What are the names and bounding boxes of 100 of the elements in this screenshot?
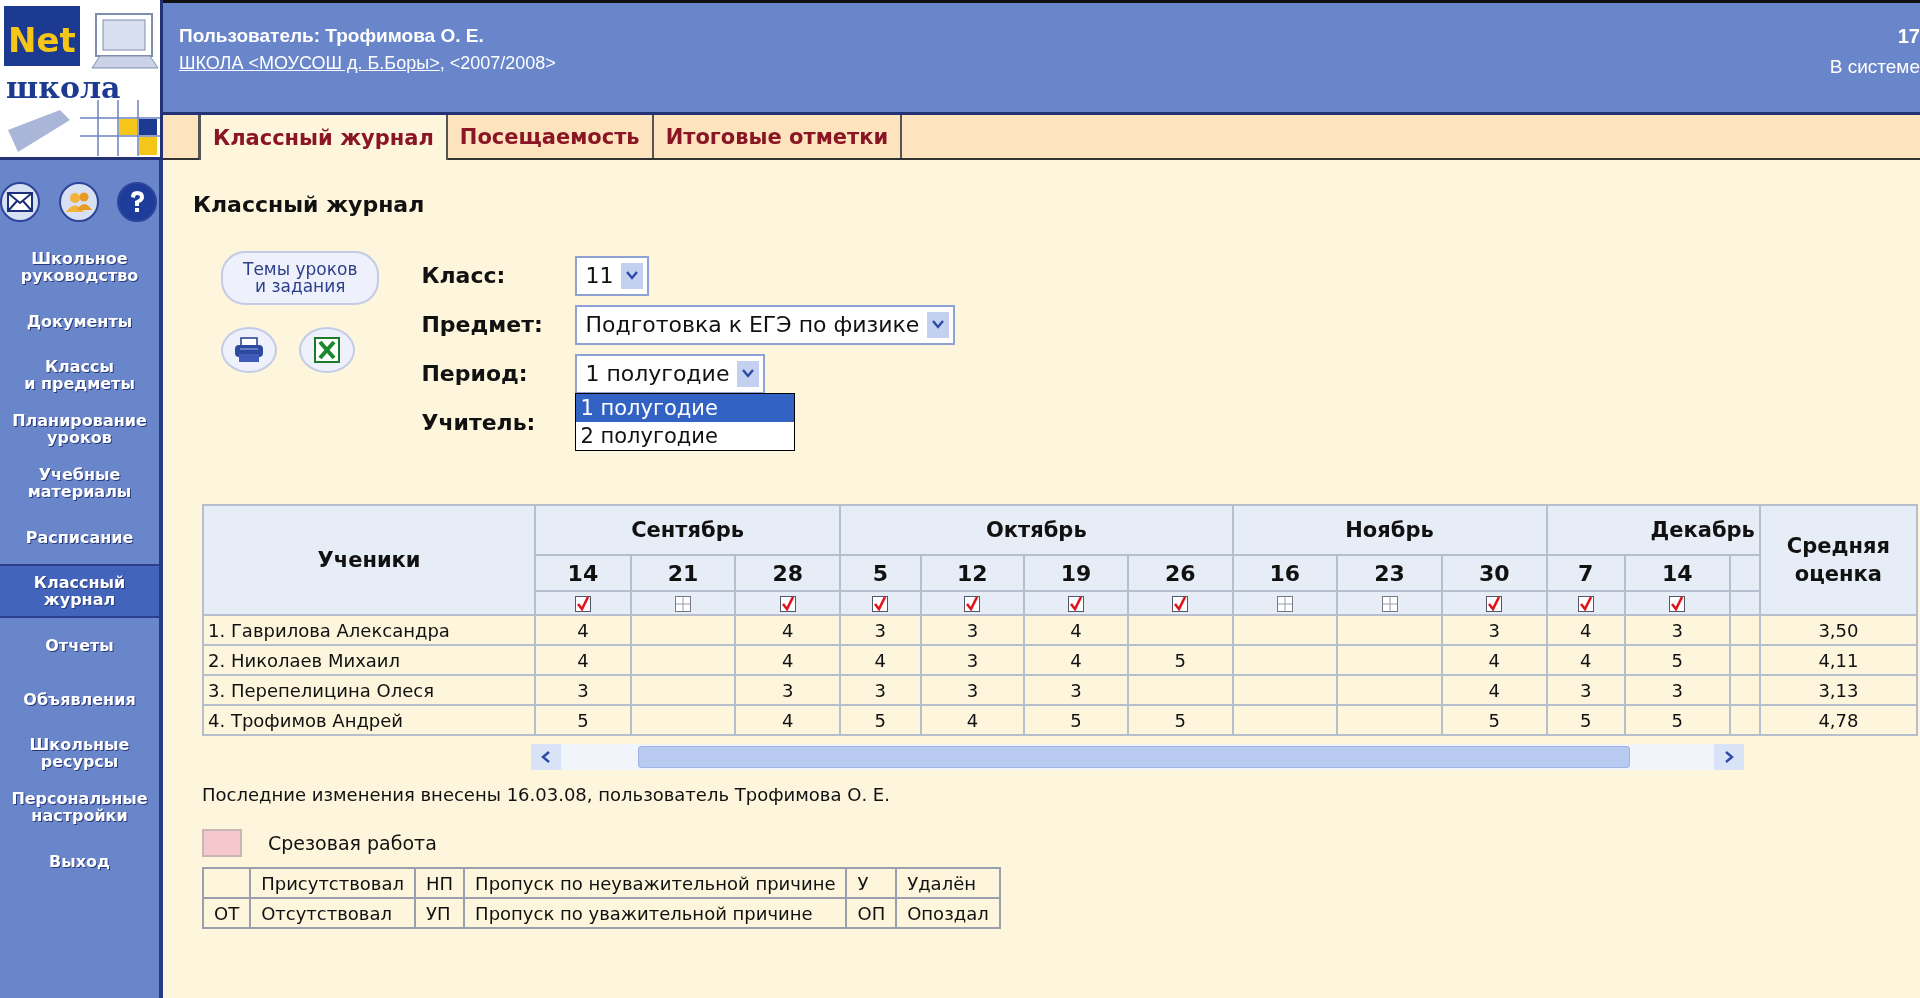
mail-icon[interactable] xyxy=(0,182,40,222)
sidebar-item[interactable]: Планирование уроков xyxy=(0,402,159,456)
checked-icon[interactable] xyxy=(574,596,591,612)
horizontal-scrollbar[interactable] xyxy=(531,744,1744,770)
grade-cell[interactable]: 3 xyxy=(840,675,921,705)
arrow-left-icon[interactable] xyxy=(531,744,561,770)
grade-cell[interactable]: 5 xyxy=(535,705,631,735)
grade-cell[interactable]: 5 xyxy=(1546,705,1625,735)
select-field[interactable]: 11 xyxy=(575,255,650,296)
grade-cell[interactable]: 5 xyxy=(1024,705,1128,735)
grade-cell[interactable]: 4 xyxy=(1441,645,1547,675)
grade-cell[interactable]: 4 xyxy=(535,645,631,675)
page-title: Классный журнал xyxy=(193,192,426,217)
sidebar-item[interactable]: Классы и предметы xyxy=(0,348,159,402)
sidebar-item[interactable]: Классный журнал xyxy=(0,564,159,618)
select-field[interactable]: 1 полугодие xyxy=(575,353,766,394)
dropdown-option[interactable]: 2 полугодие xyxy=(576,421,795,450)
grade-cell[interactable]: 4 xyxy=(735,615,841,645)
month-header: Сентябрь xyxy=(535,505,841,555)
school-link[interactable]: ШКОЛА <МОУСОШ д. Б.Боры> xyxy=(179,53,440,73)
grade-cell[interactable]: 4 xyxy=(535,615,631,645)
grade-cell[interactable]: 3 xyxy=(1625,615,1730,645)
sidebar-item[interactable]: Документы xyxy=(0,294,159,348)
legend-label: Отсутствовал xyxy=(250,898,415,928)
grade-cell[interactable]: 3 xyxy=(1546,675,1625,705)
grade-cell[interactable]: 3 xyxy=(535,675,631,705)
grade-cell[interactable]: 3 xyxy=(1625,675,1730,705)
grade-cell[interactable]: 4 xyxy=(920,705,1025,735)
checked-icon[interactable] xyxy=(1669,596,1686,612)
checked-icon[interactable] xyxy=(872,596,889,612)
column-header: Средняя оценка xyxy=(1759,505,1917,615)
grade-cell[interactable]: 4 xyxy=(735,705,841,735)
grid-icon[interactable] xyxy=(1276,596,1293,612)
select-field[interactable]: Подготовка к ЕГЭ по физике xyxy=(575,304,956,345)
sidebar-item[interactable]: Выход xyxy=(0,834,159,888)
dropdown-option[interactable]: 1 полугодие xyxy=(576,393,795,422)
user-name: Пользователь: Трофимова О. Е. xyxy=(179,25,485,47)
checked-icon[interactable] xyxy=(1486,596,1503,612)
grade-cell[interactable]: 3 xyxy=(840,615,921,645)
checked-icon[interactable] xyxy=(1577,596,1594,612)
sidebar-item[interactable]: Объявления xyxy=(0,672,159,726)
day-header: 5 xyxy=(840,555,921,591)
grade-cell[interactable]: 4 xyxy=(1441,675,1547,705)
day-header: 16 xyxy=(1232,555,1338,591)
grid-icon[interactable] xyxy=(675,596,692,612)
arrow-right-icon[interactable] xyxy=(1714,744,1744,770)
spreadsheet-icon[interactable] xyxy=(299,327,355,373)
grade-cell[interactable]: 4 xyxy=(735,645,841,675)
day-header: 19 xyxy=(1024,555,1128,591)
grade-cell[interactable]: 5 xyxy=(1127,645,1233,675)
grade-cell[interactable]: 3 xyxy=(920,615,1025,645)
student-name: 4. Трофимов Андрей xyxy=(203,705,536,735)
grade-cell[interactable]: 3 xyxy=(920,675,1025,705)
day-header: 7 xyxy=(1546,555,1625,591)
grade-cell[interactable]: 5 xyxy=(1127,705,1233,735)
caret-icon xyxy=(621,262,644,289)
legend-code: У xyxy=(846,868,897,898)
print-icon[interactable] xyxy=(221,327,277,373)
grade-cell[interactable]: 3 xyxy=(1441,615,1547,645)
checked-icon[interactable] xyxy=(964,596,981,612)
day-header: 14 xyxy=(535,555,631,591)
grade-cell[interactable]: 4 xyxy=(1024,615,1128,645)
column-header: Ученики xyxy=(203,505,536,615)
average-cell: 3,13 xyxy=(1759,675,1917,705)
grade-cell[interactable]: 5 xyxy=(1441,705,1547,735)
grade-cell[interactable]: 3 xyxy=(735,675,841,705)
caret-icon xyxy=(737,360,760,387)
average-cell: 4,11 xyxy=(1759,645,1917,675)
tab[interactable]: Классный журнал xyxy=(199,115,448,160)
checked-icon[interactable] xyxy=(1172,596,1189,612)
grade-cell[interactable]: 4 xyxy=(840,645,921,675)
day-header: 28 xyxy=(735,555,841,591)
grid-icon[interactable] xyxy=(1381,596,1398,612)
users-icon[interactable] xyxy=(58,182,99,222)
checked-icon[interactable] xyxy=(779,596,796,612)
student-name: 3. Перепелицина Олеся xyxy=(203,675,536,705)
day-header: 14 xyxy=(1625,555,1730,591)
grade-cell[interactable]: 3 xyxy=(920,645,1025,675)
sidebar-item[interactable]: Отчеты xyxy=(0,618,159,672)
grade-cell[interactable]: 4 xyxy=(1546,615,1625,645)
sidebar-item[interactable]: Школьные ресурсы xyxy=(0,726,159,780)
day-header: 12 xyxy=(920,555,1025,591)
grade-cell[interactable]: 5 xyxy=(1625,705,1730,735)
grade-cell[interactable]: 5 xyxy=(1625,645,1730,675)
legend-label: Опоздал xyxy=(896,898,1000,928)
topics-button[interactable]: Темы уроков и задания xyxy=(221,251,380,305)
checked-icon[interactable] xyxy=(1068,596,1084,612)
grade-cell[interactable]: 4 xyxy=(1024,645,1128,675)
grade-cell[interactable]: 3 xyxy=(1024,675,1128,705)
grade-cell[interactable]: 5 xyxy=(840,705,921,735)
student-name: 2. Николаев Михаил xyxy=(203,645,536,675)
sidebar-item[interactable]: Персональные настройки xyxy=(0,780,159,834)
caret-icon xyxy=(927,311,950,338)
sidebar-item[interactable]: Школьное руководство xyxy=(0,240,159,294)
school-year: , <2007/2008> xyxy=(439,53,556,73)
legend-code: ОП xyxy=(846,898,897,928)
grade-cell[interactable]: 4 xyxy=(1546,645,1625,675)
sidebar-item[interactable]: Учебные материалы xyxy=(0,456,159,510)
help-icon[interactable] xyxy=(117,182,157,222)
sidebar-item[interactable]: Расписание xyxy=(0,510,159,564)
